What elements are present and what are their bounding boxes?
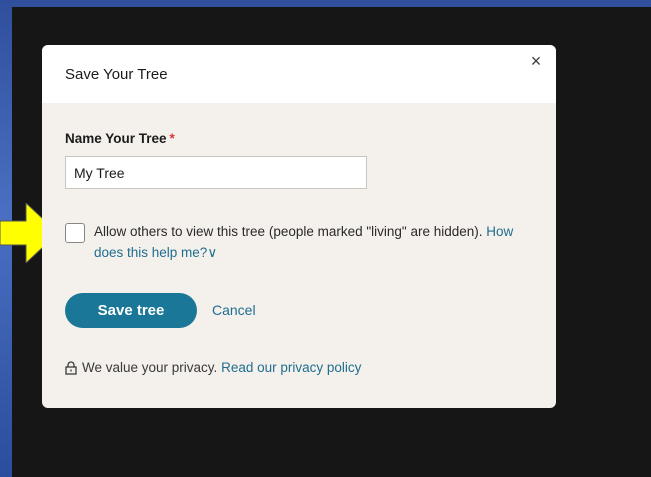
share-tree-checkbox[interactable] bbox=[65, 223, 85, 243]
lock-icon bbox=[65, 360, 77, 375]
name-label-text: Name Your Tree bbox=[65, 131, 167, 146]
share-text: Allow others to view this tree (people m… bbox=[94, 224, 483, 239]
privacy-note: We value your privacy. Read our privacy … bbox=[65, 360, 361, 375]
tree-name-input[interactable] bbox=[65, 156, 367, 189]
save-tree-button[interactable]: Save tree bbox=[65, 293, 197, 328]
privacy-policy-link[interactable]: Read our privacy policy bbox=[221, 360, 361, 375]
privacy-text: We value your privacy. bbox=[82, 360, 218, 375]
share-description: Allow others to view this tree (people m… bbox=[94, 221, 524, 263]
modal-title: Save Your Tree bbox=[65, 66, 168, 83]
cancel-link[interactable]: Cancel bbox=[212, 302, 256, 318]
required-asterisk: * bbox=[169, 131, 175, 146]
close-icon[interactable]: × bbox=[526, 51, 546, 71]
name-field-label: Name Your Tree * bbox=[65, 131, 175, 146]
modal-header: Save Your Tree × bbox=[42, 45, 556, 103]
chevron-down-icon[interactable]: ∨ bbox=[207, 245, 217, 260]
save-tree-modal: Save Your Tree × Name Your Tree* Allow o… bbox=[42, 45, 556, 408]
